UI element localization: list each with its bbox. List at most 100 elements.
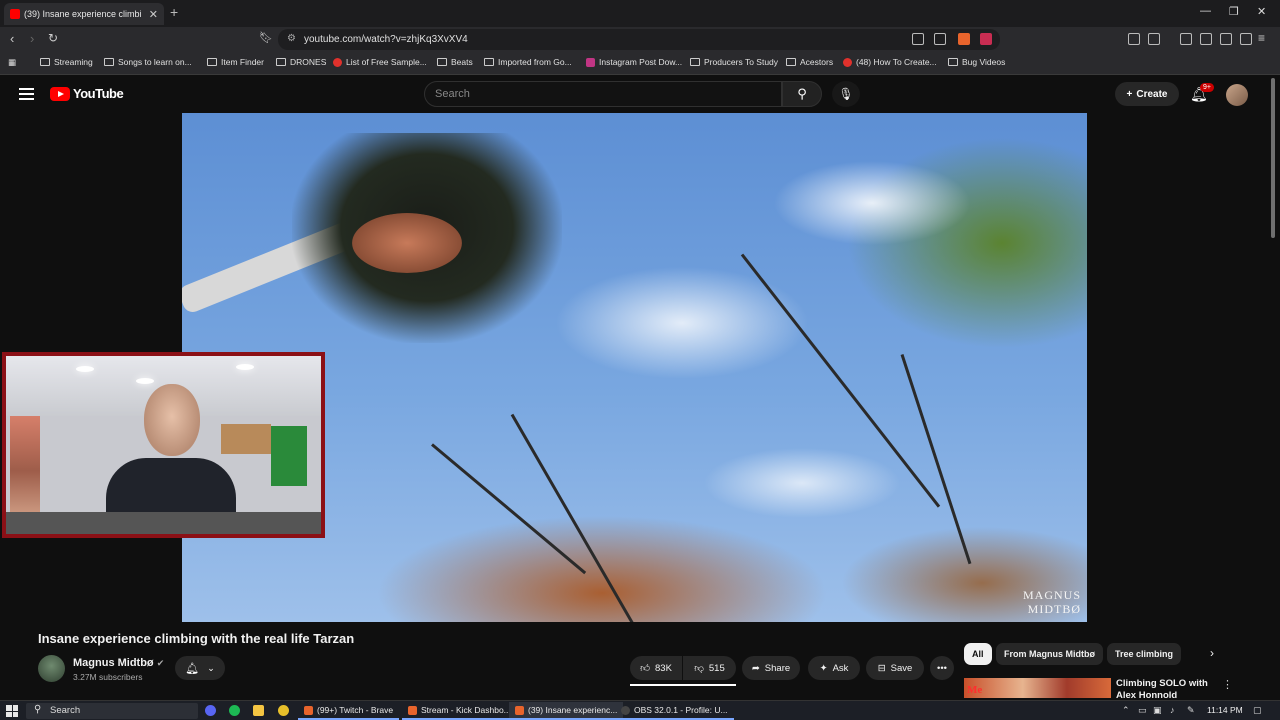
bookmark-item-finder[interactable]: Item Finder — [207, 57, 264, 67]
folder-icon — [40, 58, 50, 66]
discord-icon[interactable] — [205, 705, 216, 716]
dislike-count: 515 — [708, 662, 725, 674]
recommended-title[interactable]: Climbing SOLO with Alex Honnold — [1116, 678, 1216, 702]
extensions-icon[interactable] — [1128, 33, 1140, 45]
ceiling-light — [76, 366, 94, 372]
vpn-icon[interactable] — [1240, 33, 1252, 45]
share-page-icon[interactable] — [934, 33, 946, 45]
cast-icon[interactable] — [912, 33, 924, 45]
spotify-icon[interactable] — [229, 705, 240, 716]
bookmark-beats[interactable]: Beats — [437, 57, 473, 67]
taskbar-clock[interactable]: 11:14 PM — [1207, 705, 1243, 715]
browser-tab-active[interactable]: (39) Insane experience climbi ✕ — [4, 3, 164, 25]
taskbar-app-label: (39) Insane experienc... — [528, 705, 618, 715]
sidebar-icon[interactable] — [1200, 33, 1212, 45]
dislike-button[interactable]: 👎︎ 515 — [683, 656, 736, 680]
bookmark-drones[interactable]: DRONES — [276, 57, 326, 67]
video-watermark: MAGNUS MIDTBØ — [1023, 588, 1081, 616]
tray-network-icon[interactable]: ▣ — [1153, 705, 1162, 716]
bookmark-instagram[interactable]: Instagram Post Dow... — [586, 57, 682, 67]
share-label: Share — [764, 662, 791, 674]
video-title: Insane experience climbing with the real… — [38, 631, 355, 646]
taskbar-app-youtube[interactable]: (39) Insane experienc... — [509, 702, 624, 720]
start-icon[interactable] — [6, 705, 18, 717]
bookmark-how-to-create[interactable]: (48) How To Create... — [843, 57, 937, 67]
folder-icon — [437, 58, 447, 66]
taskbar-app-kick[interactable]: Stream - Kick Dashbo... — [402, 702, 517, 720]
brave-rewards-icon[interactable] — [980, 33, 992, 45]
browser-tab-bar: (39) Insane experience climbi ✕ + — ❐ ✕ — [0, 0, 1280, 27]
more-actions-button[interactable]: ••• — [930, 656, 954, 680]
forward-icon[interactable]: › — [30, 31, 34, 46]
obs-icon — [621, 705, 630, 715]
taskbar-app-twitch[interactable]: (99+) Twitch - Brave — [298, 702, 400, 720]
bookmark-acestors[interactable]: Acestors — [786, 57, 833, 67]
tray-volume-icon[interactable]: ♪ — [1170, 705, 1175, 715]
search-button[interactable]: ⚲ — [782, 81, 822, 107]
address-toolbar: ‹ › ↻ 🔖︎ ⚙︎ youtube.com/watch?v=zhjKq3Xv… — [0, 27, 1280, 52]
close-window-icon[interactable]: ✕ — [1257, 5, 1266, 18]
chevron-right-icon[interactable]: › — [1210, 646, 1214, 660]
apps-grid-icon[interactable]: ▦ — [8, 57, 16, 68]
search-input[interactable]: Search — [424, 81, 782, 107]
webcam-overlay — [2, 352, 325, 538]
channel-name[interactable]: Magnus Midtbø ✔︎ — [73, 657, 164, 669]
site-info-icon[interactable]: ⚙︎ — [287, 33, 296, 44]
like-button[interactable]: 👍︎ 83K — [630, 656, 682, 680]
url-field[interactable]: ⚙︎ youtube.com/watch?v=zhjKq3XvXV4 — [278, 29, 1000, 50]
brave-shields-icon[interactable] — [958, 33, 970, 45]
kebab-menu-icon[interactable]: ⋮ — [1222, 678, 1233, 691]
page-scrollbar[interactable] — [1271, 78, 1275, 238]
guide-menu-icon[interactable] — [19, 88, 34, 100]
voice-search-icon[interactable]: 🎙︎ — [832, 81, 860, 107]
create-button[interactable]: + Create — [1115, 82, 1179, 106]
share-button[interactable]: ➦ Share — [742, 656, 800, 680]
recommended-thumbnail[interactable]: Me — [964, 678, 1111, 698]
bookmark-icon[interactable]: 🔖︎ — [259, 31, 273, 44]
save-button[interactable]: ⊟ Save — [866, 656, 924, 680]
tray-pen-icon[interactable]: ✎ — [1187, 705, 1195, 716]
share-icon: ➦ — [751, 662, 760, 674]
tray-monitor-icon[interactable]: ▭ — [1138, 705, 1147, 716]
ceiling-light — [236, 364, 254, 370]
chip-all[interactable]: All — [964, 643, 992, 665]
restore-icon[interactable]: ❐ — [1229, 5, 1239, 18]
youtube-logo-text: YouTube — [73, 86, 124, 101]
channel-avatar[interactable] — [38, 655, 65, 682]
bookmark-producers[interactable]: Producers To Study — [690, 57, 778, 67]
media-icon[interactable] — [1180, 33, 1192, 45]
bookmark-bug-videos[interactable]: Bug Videos — [948, 57, 1005, 67]
close-tab-icon[interactable]: ✕ — [149, 8, 158, 21]
tab-title: (39) Insane experience climbi — [24, 9, 142, 19]
watermark-line-2: MIDTBØ — [1027, 602, 1081, 616]
account-avatar[interactable] — [1226, 84, 1248, 106]
ask-button[interactable]: ✦ Ask — [808, 656, 860, 680]
bookmark-streaming[interactable]: Streaming — [40, 57, 93, 67]
chrome-icon[interactable] — [278, 705, 289, 716]
subscribed-bell-button[interactable]: 🔔︎ ⌄ — [175, 656, 225, 680]
leo-ai-icon[interactable] — [1220, 33, 1232, 45]
back-icon[interactable]: ‹ — [10, 31, 14, 46]
taskbar-search[interactable]: ⚲ Search — [26, 703, 198, 719]
youtube-logo[interactable]: YouTube — [50, 86, 124, 101]
chip-tree-climbing[interactable]: Tree climbing — [1107, 643, 1182, 665]
taskbar-app-obs[interactable]: OBS 32.0.1 - Profile: U... — [615, 702, 734, 720]
brave-icon — [515, 705, 524, 715]
menu-icon[interactable]: ≡ — [1258, 31, 1265, 45]
tray-expand-icon[interactable]: ⌃ — [1122, 705, 1130, 716]
tab-search-icon[interactable] — [1148, 33, 1160, 45]
new-tab-icon[interactable]: + — [170, 4, 178, 20]
notification-center-icon[interactable]: ▢ — [1253, 705, 1262, 716]
minimize-icon[interactable]: — — [1200, 5, 1211, 17]
bookmark-imported[interactable]: Imported from Go... — [484, 57, 572, 67]
subscriber-count: 3.27M subscribers — [73, 672, 143, 682]
thumbs-up-icon: 👍︎ — [640, 663, 651, 674]
reload-icon[interactable]: ↻ — [48, 31, 58, 45]
youtube-header: YouTube Search ⚲ 🎙︎ + Create 🔔︎ 9+ — [0, 76, 1280, 112]
bookmark-free-samples[interactable]: List of Free Sample... — [333, 57, 427, 67]
bookmark-songs[interactable]: Songs to learn on... — [104, 57, 192, 67]
folder-icon — [786, 58, 796, 66]
file-explorer-icon[interactable] — [253, 705, 264, 716]
chip-from-channel[interactable]: From Magnus Midtbø — [996, 643, 1103, 665]
channel-name-text: Magnus Midtbø — [73, 657, 154, 669]
